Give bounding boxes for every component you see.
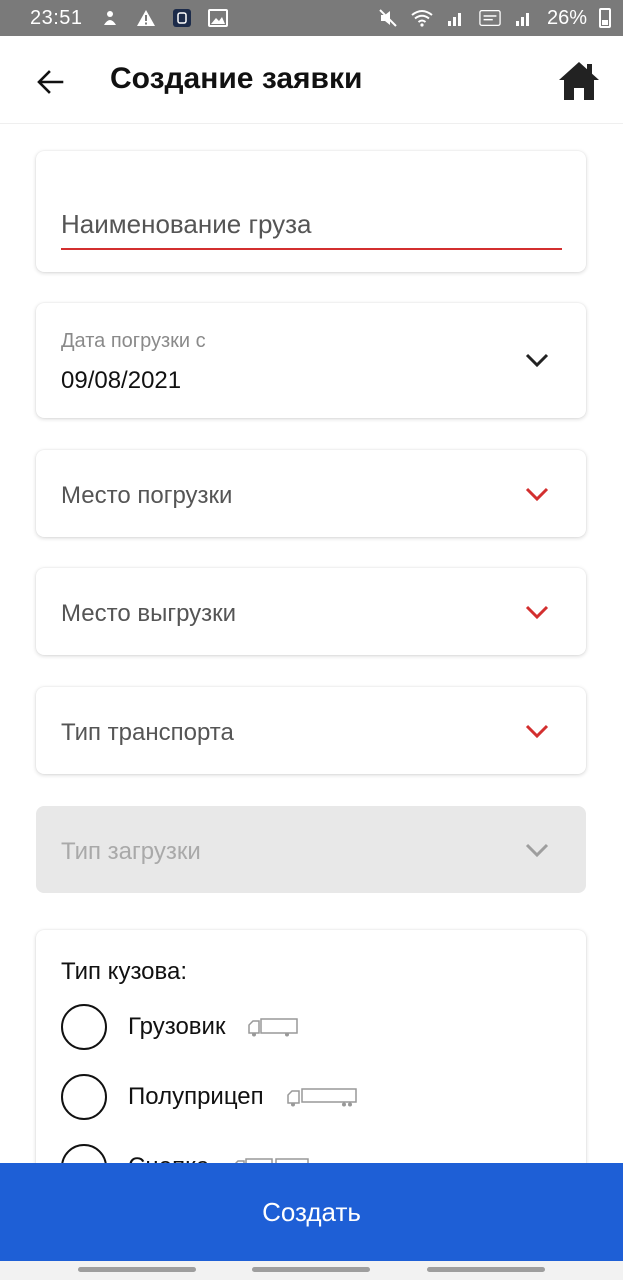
app-icon bbox=[171, 8, 193, 28]
chevron-down-icon bbox=[525, 353, 549, 368]
chevron-down-icon bbox=[525, 605, 549, 620]
radio-button[interactable] bbox=[61, 1074, 107, 1120]
app-notification-icon bbox=[99, 8, 121, 28]
unloading-place-select[interactable]: Место выгрузки bbox=[36, 568, 586, 655]
signal-icon bbox=[445, 8, 467, 28]
cargo-name-field[interactable]: Наименование груза bbox=[36, 151, 586, 272]
chevron-down-icon bbox=[525, 724, 549, 739]
chevron-down-icon bbox=[525, 843, 549, 858]
signal-icon-2 bbox=[513, 8, 535, 28]
transport-type-select[interactable]: Тип транспорта bbox=[36, 687, 586, 774]
arrow-left-icon bbox=[37, 70, 64, 94]
volte-icon bbox=[479, 8, 501, 28]
loading-date-label: Дата погрузки с bbox=[61, 330, 206, 352]
unloading-place-label: Место выгрузки bbox=[61, 600, 237, 627]
input-underline bbox=[61, 248, 562, 250]
cargo-name-placeholder: Наименование груза bbox=[61, 209, 312, 239]
transport-type-label: Тип транспорта bbox=[61, 719, 234, 746]
create-button[interactable]: Создать bbox=[0, 1163, 623, 1261]
status-bar: 23:51 26% bbox=[0, 0, 623, 36]
system-icons: 26% bbox=[377, 7, 611, 30]
battery-percent: 26% bbox=[546, 6, 587, 29]
body-type-option-truck[interactable]: Грузовик bbox=[61, 1004, 299, 1050]
body-type-card: Тип кузова: Грузовик Полуприцеп Сцепка bbox=[36, 930, 586, 1190]
nav-back-button[interactable] bbox=[427, 1267, 545, 1272]
chevron-down-icon bbox=[525, 487, 549, 502]
loading-date-select[interactable]: Дата погрузки с 09/08/2021 bbox=[36, 303, 586, 418]
body-type-label: Тип кузова: bbox=[61, 958, 188, 985]
wifi-icon bbox=[411, 8, 433, 28]
loading-place-label: Место погрузки bbox=[61, 482, 233, 509]
warning-icon bbox=[135, 8, 157, 28]
notification-icons bbox=[99, 8, 229, 28]
app-bar: Создание заявки bbox=[0, 36, 623, 124]
option-label: Грузовик bbox=[128, 1013, 226, 1040]
nav-recent-button[interactable] bbox=[78, 1267, 196, 1272]
nav-home-button[interactable] bbox=[252, 1267, 370, 1272]
loading-date-value: 09/08/2021 bbox=[61, 367, 182, 394]
back-button[interactable] bbox=[28, 60, 72, 104]
loading-type-label: Тип загрузки bbox=[61, 838, 201, 865]
mute-icon bbox=[377, 8, 399, 28]
loading-place-select[interactable]: Место погрузки bbox=[36, 450, 586, 537]
navigation-bar bbox=[0, 1261, 623, 1280]
option-label: Полуприцеп bbox=[128, 1083, 264, 1110]
loading-type-select: Тип загрузки bbox=[36, 806, 586, 893]
home-icon bbox=[559, 62, 599, 100]
truck-icon bbox=[247, 1016, 299, 1038]
home-button[interactable] bbox=[554, 56, 604, 106]
image-icon bbox=[207, 8, 229, 28]
status-time: 23:51 bbox=[30, 6, 83, 29]
radio-button[interactable] bbox=[61, 1004, 107, 1050]
battery-icon bbox=[599, 8, 611, 28]
body-type-option-semitrailer[interactable]: Полуприцеп bbox=[61, 1074, 358, 1120]
page-title: Создание заявки bbox=[110, 62, 363, 95]
semitrailer-icon bbox=[286, 1086, 358, 1108]
